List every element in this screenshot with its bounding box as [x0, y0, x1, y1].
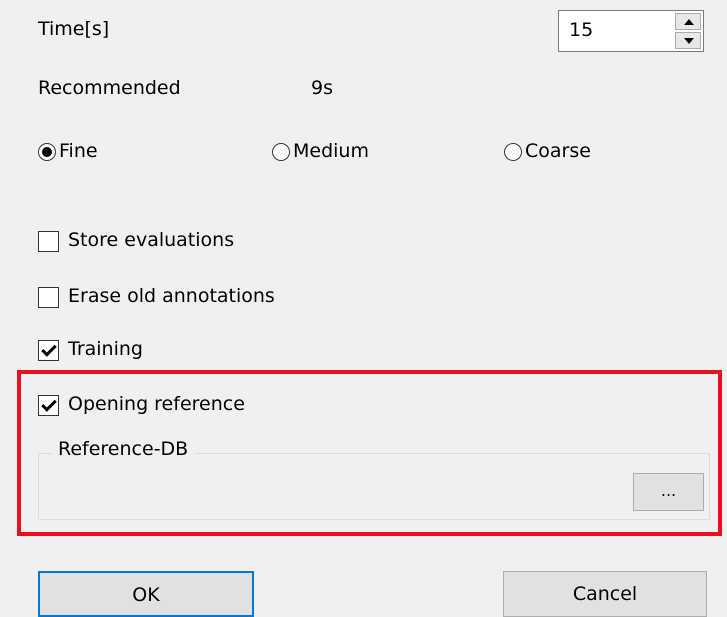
radio-coarse-label[interactable]: Coarse: [525, 140, 591, 162]
store-evaluations-checkbox[interactable]: [38, 231, 59, 252]
cancel-button[interactable]: Cancel: [503, 571, 707, 617]
store-evaluations-label[interactable]: Store evaluations: [68, 229, 234, 251]
checkmark-icon: [41, 341, 57, 357]
reference-db-group: [38, 453, 710, 520]
spin-up-button[interactable]: [675, 13, 701, 30]
time-label: Time[s]: [38, 18, 110, 40]
erase-old-annotations-checkbox[interactable]: [38, 287, 59, 308]
radio-fine-label[interactable]: Fine: [59, 140, 98, 162]
opening-reference-label[interactable]: Opening reference: [68, 393, 245, 415]
radio-coarse-circle[interactable]: [504, 143, 522, 161]
training-label[interactable]: Training: [68, 338, 143, 360]
opening-reference-checkbox[interactable]: [38, 395, 59, 416]
time-spinbox[interactable]: 15: [558, 10, 704, 52]
spin-buttons: [675, 13, 701, 49]
training-checkbox[interactable]: [38, 340, 59, 361]
erase-old-annotations-label[interactable]: Erase old annotations: [68, 285, 275, 307]
arrow-down-icon: [684, 38, 694, 44]
time-value[interactable]: 15: [569, 19, 593, 41]
radio-medium-label[interactable]: Medium: [293, 140, 369, 162]
recommended-label: Recommended: [38, 77, 181, 99]
spin-down-button[interactable]: [675, 32, 701, 49]
ok-button[interactable]: OK: [38, 571, 254, 617]
radio-fine-circle[interactable]: [38, 143, 56, 161]
browse-button[interactable]: ...: [633, 473, 704, 511]
recommended-value: 9s: [311, 77, 333, 99]
radio-selected-dot: [42, 147, 52, 157]
radio-medium-circle[interactable]: [272, 143, 290, 161]
checkmark-icon: [41, 396, 57, 412]
reference-db-title: Reference-DB: [52, 438, 195, 460]
arrow-up-icon: [684, 19, 694, 25]
